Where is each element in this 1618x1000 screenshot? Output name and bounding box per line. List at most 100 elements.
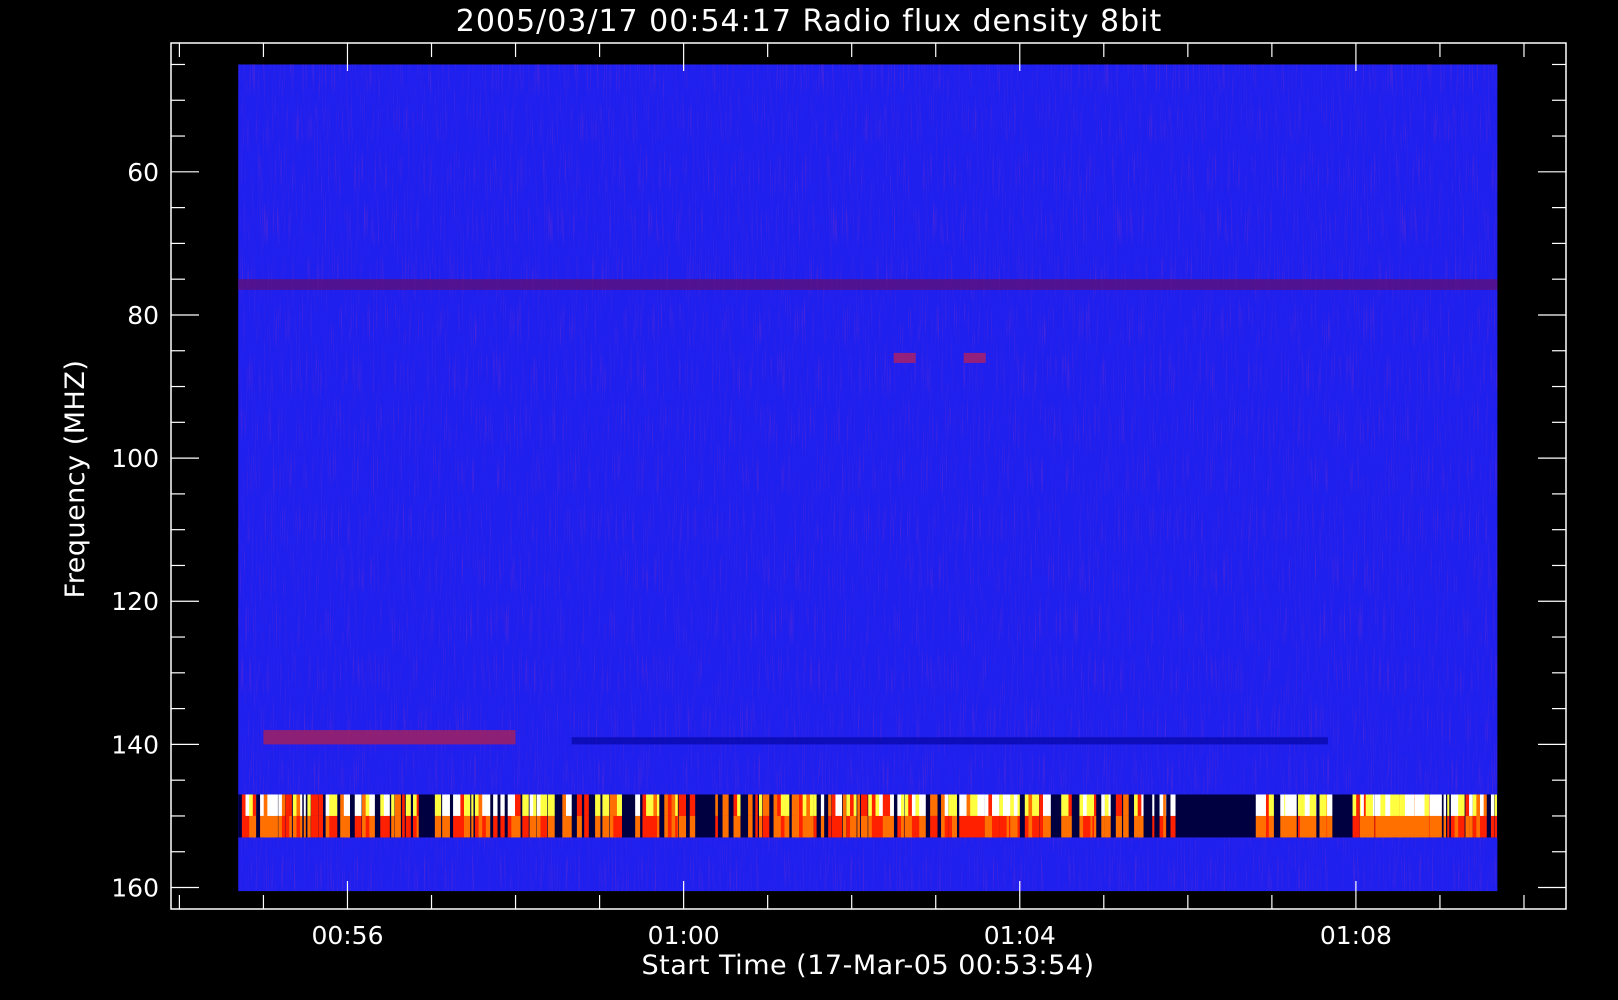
heatmap-texture (238, 64, 1498, 892)
rfi-burst (1152, 815, 1155, 838)
rfi-burst (930, 794, 938, 816)
rfi-burst (820, 794, 825, 816)
rfi-burst (1356, 794, 1360, 816)
rfi-burst (1483, 794, 1487, 816)
rfi-burst (981, 794, 985, 816)
rfi-burst (493, 815, 498, 838)
rfi-burst (1064, 815, 1069, 838)
rfi-burst (1476, 815, 1481, 838)
rfi-burst (1017, 815, 1020, 838)
rfi-burst (416, 794, 419, 816)
rfi-burst (1409, 815, 1415, 838)
rfi-burst (678, 815, 687, 838)
rfi-burst (1309, 815, 1317, 838)
rfi-burst (857, 794, 860, 816)
rfi-burst (445, 815, 450, 838)
rfi-burst (948, 794, 953, 816)
rfi-burst (1494, 815, 1497, 838)
rfi-burst (715, 815, 718, 838)
rfi-burst (241, 794, 246, 816)
rfi-burst (675, 815, 678, 838)
rfi-burst (271, 794, 278, 816)
rfi-burst (890, 815, 894, 838)
rfi-burst (1365, 794, 1373, 816)
rfi-burst (474, 815, 480, 838)
rfi-burst (900, 815, 904, 838)
x-axis-label: Start Time (17-Mar-05 00:53:54) (641, 950, 1094, 981)
rfi-burst (1043, 794, 1051, 816)
spectral-band (571, 737, 1328, 745)
rfi-burst (1483, 815, 1487, 838)
x-tick-label: 01:04 (984, 921, 1056, 950)
rfi-burst (1013, 815, 1019, 838)
rfi-burst (576, 815, 582, 838)
rfi-burst (241, 815, 246, 838)
rfi-burst (842, 815, 847, 838)
rfi-burst (402, 794, 405, 816)
rfi-burst (602, 815, 610, 838)
rfi-burst (995, 815, 999, 838)
rfi-burst (1068, 794, 1072, 816)
rfi-burst (995, 794, 999, 816)
rfi-burst (369, 815, 375, 838)
rfi-burst (1429, 794, 1437, 816)
rfi-burst (722, 794, 729, 816)
rfi-burst (416, 815, 419, 838)
rfi-burst (1443, 815, 1447, 838)
burst-spot (963, 352, 986, 363)
rfi-burst (595, 815, 601, 838)
rfi-burst (500, 815, 505, 838)
rfi-burst (748, 815, 753, 838)
rfi-burst (1290, 794, 1297, 816)
rfi-burst (1163, 815, 1166, 838)
rfi-burst (944, 794, 949, 816)
rfi-burst (547, 815, 555, 838)
rfi-burst (806, 794, 811, 816)
rfi-burst (1141, 794, 1144, 816)
rfi-burst (478, 815, 483, 838)
rfi-burst (307, 815, 311, 838)
rfi-burst (842, 794, 847, 816)
rfi-burst (678, 794, 687, 816)
rfi-burst (1458, 815, 1465, 838)
rfi-burst (857, 815, 860, 838)
rfi-burst (482, 815, 487, 838)
rfi-burst (675, 794, 678, 816)
rfi-burst (755, 815, 758, 838)
rfi-burst (1093, 794, 1097, 816)
rfi-burst (828, 794, 832, 816)
rfi-burst (383, 794, 390, 816)
spectral-band (263, 730, 516, 745)
y-tick-label: 140 (111, 730, 159, 759)
rfi-burst (758, 815, 763, 838)
rfi-burst (478, 794, 483, 816)
rfi-burst (576, 794, 582, 816)
rfi-burst (289, 794, 292, 816)
rfi-burst (1469, 815, 1473, 838)
rfi-burst (868, 794, 873, 816)
chart-title: 2005/03/17 00:54:17 Radio flux density 8… (456, 4, 1163, 39)
rfi-burst (970, 815, 978, 838)
rfi-burst (300, 794, 303, 816)
rfi-burst (405, 815, 411, 838)
rfi-burst (657, 794, 660, 816)
rfi-burst (1090, 794, 1093, 816)
rfi-burst (271, 815, 278, 838)
rfi-burst (354, 794, 362, 816)
rfi-burst (1043, 815, 1051, 838)
rfi-burst (828, 815, 832, 838)
rfi-burst (1360, 815, 1364, 838)
rfi-burst (281, 794, 286, 816)
rfi-burst (369, 794, 375, 816)
rfi-burst (1380, 815, 1387, 838)
rfi-burst (1465, 815, 1470, 838)
rfi-burst (1260, 815, 1266, 838)
rfi-burst (1319, 815, 1327, 838)
rfi-burst (1319, 794, 1327, 816)
rfi-burst (464, 794, 471, 816)
rfi-burst (820, 815, 825, 838)
rfi-burst (1268, 794, 1274, 816)
rfi-burst (289, 815, 292, 838)
rfi-burst (1115, 794, 1122, 816)
rfi-burst (635, 815, 641, 838)
